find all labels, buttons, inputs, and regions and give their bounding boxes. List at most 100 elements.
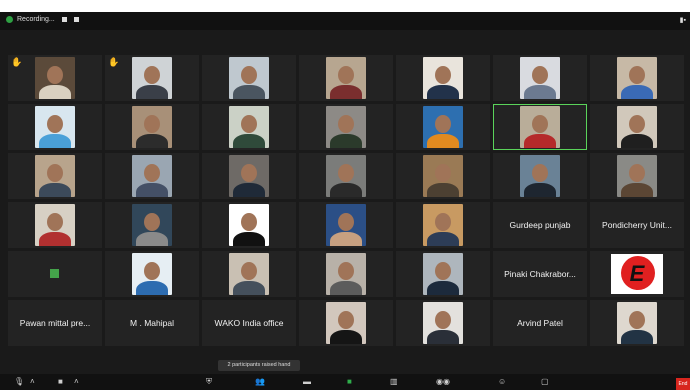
stop-recording-icon[interactable]	[73, 17, 79, 22]
record-icon[interactable]: ◉◉	[436, 377, 450, 386]
participant-body	[427, 85, 459, 99]
participant-tile[interactable]	[202, 202, 296, 248]
participant-name: WAKO India office	[214, 318, 284, 328]
participant-video	[617, 57, 657, 99]
participant-body	[39, 183, 71, 197]
participant-tile[interactable]	[493, 104, 587, 150]
participant-tile[interactable]	[590, 104, 684, 150]
end-meeting-button[interactable]: End	[676, 378, 690, 390]
participant-tile[interactable]	[8, 202, 102, 248]
participant-body	[621, 85, 653, 99]
participant-tile[interactable]	[105, 104, 199, 150]
participant-tile[interactable]	[590, 55, 684, 101]
participant-tile[interactable]	[299, 104, 393, 150]
video-camera-icon[interactable]: ■	[58, 377, 63, 386]
security-icon[interactable]: ⛨	[206, 377, 212, 387]
participant-tile[interactable]	[396, 153, 490, 199]
participant-video	[326, 106, 366, 148]
microphone-icon[interactable]: 🎙	[14, 377, 24, 386]
participant-tile[interactable]	[299, 55, 393, 101]
participant-video	[520, 155, 560, 197]
participant-tile[interactable]: E	[590, 251, 684, 297]
participant-logo-image: E	[611, 254, 663, 294]
participant-head	[338, 115, 354, 133]
participant-tile[interactable]	[8, 153, 102, 199]
participant-body	[330, 330, 362, 344]
participant-tile[interactable]: Pondicherry Unit...	[590, 202, 684, 248]
participant-tile[interactable]: Pawan mittal pre...	[8, 300, 102, 346]
participant-head	[532, 115, 548, 133]
participant-tile[interactable]: M . Mahipal	[105, 300, 199, 346]
more-options-icon[interactable]: ▢	[541, 377, 549, 386]
participant-head	[144, 164, 160, 182]
participant-tile[interactable]	[8, 251, 102, 297]
participant-head	[629, 115, 645, 133]
participant-video	[423, 106, 463, 148]
participant-body	[39, 85, 71, 99]
participant-tile[interactable]	[396, 251, 490, 297]
video-options-chevron-icon[interactable]: ˄	[74, 377, 79, 386]
participant-head	[435, 164, 451, 182]
participant-tile[interactable]	[299, 300, 393, 346]
participant-tile[interactable]: Arvind Patel	[493, 300, 587, 346]
participant-video	[35, 155, 75, 197]
participant-head	[338, 262, 354, 280]
participant-tile[interactable]: ✋	[105, 55, 199, 101]
participant-tile[interactable]	[299, 251, 393, 297]
pause-recording-icon[interactable]	[61, 17, 67, 22]
participant-body	[427, 232, 459, 246]
participant-head	[532, 164, 548, 182]
participant-tile[interactable]	[105, 153, 199, 199]
participant-tile[interactable]	[396, 104, 490, 150]
participant-body	[136, 232, 168, 246]
participant-tile[interactable]: ✋	[8, 55, 102, 101]
raised-hand-icon: ✋	[11, 57, 23, 67]
participant-body	[233, 281, 265, 295]
participant-tile[interactable]	[8, 104, 102, 150]
view-options-icon[interactable]: ▮▪	[680, 16, 686, 24]
participant-tile[interactable]	[299, 153, 393, 199]
participant-head	[47, 213, 63, 231]
participant-video	[35, 57, 75, 99]
participant-head	[241, 66, 257, 84]
participant-body	[427, 183, 459, 197]
participant-tile[interactable]	[202, 153, 296, 199]
participant-tile[interactable]	[590, 300, 684, 346]
participant-tile[interactable]	[396, 55, 490, 101]
participant-tile[interactable]: Gurdeep punjab	[493, 202, 587, 248]
participant-tile[interactable]	[202, 104, 296, 150]
participants-icon[interactable]: 👥	[255, 377, 265, 386]
participant-head	[629, 66, 645, 84]
participant-tile[interactable]	[493, 153, 587, 199]
participant-tile[interactable]: Pinaki Chakrabor...	[493, 251, 587, 297]
participant-tile[interactable]	[105, 251, 199, 297]
participant-video	[132, 253, 172, 295]
participant-name: Arvind Patel	[517, 318, 563, 328]
participant-body	[233, 183, 265, 197]
participant-tile[interactable]	[493, 55, 587, 101]
participant-tile[interactable]	[105, 202, 199, 248]
participant-body	[39, 232, 71, 246]
participant-tile[interactable]	[396, 300, 490, 346]
participant-head	[338, 66, 354, 84]
participant-tile[interactable]: WAKO India office	[202, 300, 296, 346]
participant-video	[132, 57, 172, 99]
participant-video	[423, 253, 463, 295]
participant-tile[interactable]	[396, 202, 490, 248]
participant-name: Gurdeep punjab	[509, 220, 571, 230]
participant-head	[47, 66, 63, 84]
polls-icon[interactable]: ▥	[390, 377, 398, 386]
participant-tile[interactable]	[202, 251, 296, 297]
participant-body	[233, 232, 265, 246]
audio-options-chevron-icon[interactable]: ˄	[30, 377, 35, 386]
share-screen-icon[interactable]: ■	[347, 377, 352, 386]
reactions-icon[interactable]: ☺	[498, 377, 506, 386]
chat-icon[interactable]: ▬	[303, 377, 311, 386]
participant-body	[427, 134, 459, 148]
participant-tile[interactable]	[590, 153, 684, 199]
participant-tile[interactable]	[299, 202, 393, 248]
participant-video	[423, 204, 463, 246]
meeting-top-bar	[0, 12, 690, 30]
recording-indicator[interactable]: Recording...	[6, 16, 79, 23]
participant-tile[interactable]	[202, 55, 296, 101]
